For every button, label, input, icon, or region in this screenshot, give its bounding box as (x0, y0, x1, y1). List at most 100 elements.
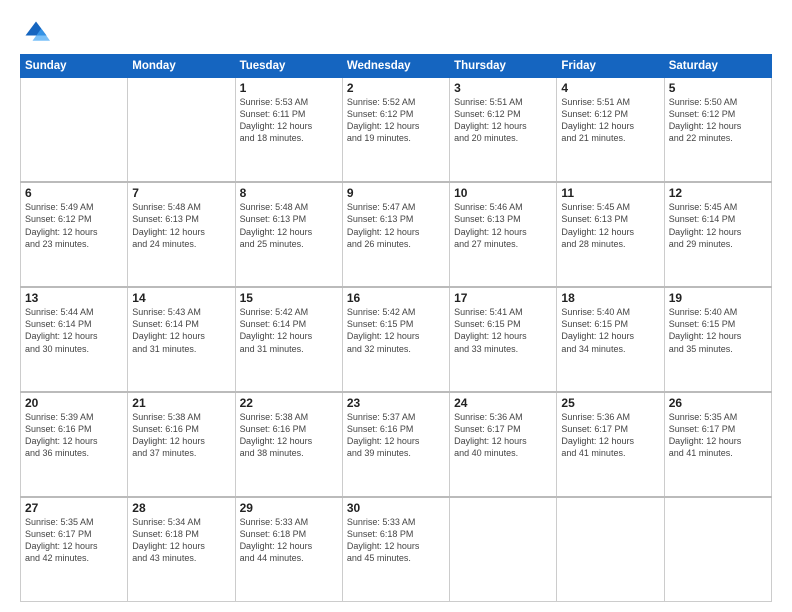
calendar-cell: 26Sunrise: 5:35 AM Sunset: 6:17 PM Dayli… (664, 392, 771, 497)
calendar-cell: 13Sunrise: 5:44 AM Sunset: 6:14 PM Dayli… (21, 287, 128, 392)
calendar-cell: 27Sunrise: 5:35 AM Sunset: 6:17 PM Dayli… (21, 497, 128, 602)
calendar-cell: 4Sunrise: 5:51 AM Sunset: 6:12 PM Daylig… (557, 78, 664, 183)
day-number: 1 (240, 81, 338, 95)
calendar-cell: 1Sunrise: 5:53 AM Sunset: 6:11 PM Daylig… (235, 78, 342, 183)
calendar-cell: 3Sunrise: 5:51 AM Sunset: 6:12 PM Daylig… (450, 78, 557, 183)
weekday-header: Sunday (21, 55, 128, 78)
day-number: 5 (669, 81, 767, 95)
day-info: Sunrise: 5:42 AM Sunset: 6:15 PM Dayligh… (347, 306, 445, 355)
day-number: 17 (454, 291, 552, 305)
day-info: Sunrise: 5:50 AM Sunset: 6:12 PM Dayligh… (669, 96, 767, 145)
day-info: Sunrise: 5:53 AM Sunset: 6:11 PM Dayligh… (240, 96, 338, 145)
calendar-cell: 11Sunrise: 5:45 AM Sunset: 6:13 PM Dayli… (557, 182, 664, 287)
day-number: 26 (669, 396, 767, 410)
calendar-cell: 10Sunrise: 5:46 AM Sunset: 6:13 PM Dayli… (450, 182, 557, 287)
day-info: Sunrise: 5:34 AM Sunset: 6:18 PM Dayligh… (132, 516, 230, 565)
day-number: 2 (347, 81, 445, 95)
day-info: Sunrise: 5:48 AM Sunset: 6:13 PM Dayligh… (132, 201, 230, 250)
calendar-cell: 16Sunrise: 5:42 AM Sunset: 6:15 PM Dayli… (342, 287, 449, 392)
header (20, 18, 772, 46)
calendar-cell: 7Sunrise: 5:48 AM Sunset: 6:13 PM Daylig… (128, 182, 235, 287)
day-number: 13 (25, 291, 123, 305)
calendar-cell: 20Sunrise: 5:39 AM Sunset: 6:16 PM Dayli… (21, 392, 128, 497)
day-info: Sunrise: 5:52 AM Sunset: 6:12 PM Dayligh… (347, 96, 445, 145)
day-number: 16 (347, 291, 445, 305)
weekday-header: Saturday (664, 55, 771, 78)
calendar-cell: 6Sunrise: 5:49 AM Sunset: 6:12 PM Daylig… (21, 182, 128, 287)
day-number: 12 (669, 186, 767, 200)
calendar-cell: 21Sunrise: 5:38 AM Sunset: 6:16 PM Dayli… (128, 392, 235, 497)
calendar-cell: 29Sunrise: 5:33 AM Sunset: 6:18 PM Dayli… (235, 497, 342, 602)
day-number: 24 (454, 396, 552, 410)
day-info: Sunrise: 5:45 AM Sunset: 6:14 PM Dayligh… (669, 201, 767, 250)
day-info: Sunrise: 5:40 AM Sunset: 6:15 PM Dayligh… (669, 306, 767, 355)
calendar-cell: 14Sunrise: 5:43 AM Sunset: 6:14 PM Dayli… (128, 287, 235, 392)
day-number: 3 (454, 81, 552, 95)
day-info: Sunrise: 5:39 AM Sunset: 6:16 PM Dayligh… (25, 411, 123, 460)
day-info: Sunrise: 5:35 AM Sunset: 6:17 PM Dayligh… (25, 516, 123, 565)
calendar-cell (21, 78, 128, 183)
day-number: 21 (132, 396, 230, 410)
calendar-cell (664, 497, 771, 602)
day-info: Sunrise: 5:51 AM Sunset: 6:12 PM Dayligh… (561, 96, 659, 145)
day-number: 20 (25, 396, 123, 410)
day-number: 9 (347, 186, 445, 200)
day-number: 18 (561, 291, 659, 305)
day-info: Sunrise: 5:33 AM Sunset: 6:18 PM Dayligh… (240, 516, 338, 565)
day-number: 25 (561, 396, 659, 410)
day-info: Sunrise: 5:35 AM Sunset: 6:17 PM Dayligh… (669, 411, 767, 460)
day-number: 15 (240, 291, 338, 305)
weekday-header: Friday (557, 55, 664, 78)
page: SundayMondayTuesdayWednesdayThursdayFrid… (0, 0, 792, 612)
calendar-cell (128, 78, 235, 183)
day-number: 11 (561, 186, 659, 200)
weekday-header: Tuesday (235, 55, 342, 78)
logo (20, 18, 54, 46)
calendar-cell: 18Sunrise: 5:40 AM Sunset: 6:15 PM Dayli… (557, 287, 664, 392)
calendar-cell: 15Sunrise: 5:42 AM Sunset: 6:14 PM Dayli… (235, 287, 342, 392)
logo-icon (22, 18, 50, 46)
day-info: Sunrise: 5:38 AM Sunset: 6:16 PM Dayligh… (240, 411, 338, 460)
calendar-cell: 25Sunrise: 5:36 AM Sunset: 6:17 PM Dayli… (557, 392, 664, 497)
weekday-header: Monday (128, 55, 235, 78)
day-info: Sunrise: 5:41 AM Sunset: 6:15 PM Dayligh… (454, 306, 552, 355)
weekday-header: Wednesday (342, 55, 449, 78)
day-info: Sunrise: 5:48 AM Sunset: 6:13 PM Dayligh… (240, 201, 338, 250)
day-number: 27 (25, 501, 123, 515)
calendar-cell: 17Sunrise: 5:41 AM Sunset: 6:15 PM Dayli… (450, 287, 557, 392)
day-info: Sunrise: 5:33 AM Sunset: 6:18 PM Dayligh… (347, 516, 445, 565)
calendar-cell: 5Sunrise: 5:50 AM Sunset: 6:12 PM Daylig… (664, 78, 771, 183)
calendar-cell (557, 497, 664, 602)
day-number: 4 (561, 81, 659, 95)
calendar-cell: 22Sunrise: 5:38 AM Sunset: 6:16 PM Dayli… (235, 392, 342, 497)
calendar-cell: 2Sunrise: 5:52 AM Sunset: 6:12 PM Daylig… (342, 78, 449, 183)
calendar-cell: 23Sunrise: 5:37 AM Sunset: 6:16 PM Dayli… (342, 392, 449, 497)
day-number: 23 (347, 396, 445, 410)
day-info: Sunrise: 5:40 AM Sunset: 6:15 PM Dayligh… (561, 306, 659, 355)
day-number: 7 (132, 186, 230, 200)
day-number: 10 (454, 186, 552, 200)
calendar-cell (450, 497, 557, 602)
day-info: Sunrise: 5:46 AM Sunset: 6:13 PM Dayligh… (454, 201, 552, 250)
day-number: 30 (347, 501, 445, 515)
day-number: 19 (669, 291, 767, 305)
calendar-cell: 9Sunrise: 5:47 AM Sunset: 6:13 PM Daylig… (342, 182, 449, 287)
calendar-cell: 8Sunrise: 5:48 AM Sunset: 6:13 PM Daylig… (235, 182, 342, 287)
day-info: Sunrise: 5:37 AM Sunset: 6:16 PM Dayligh… (347, 411, 445, 460)
day-info: Sunrise: 5:51 AM Sunset: 6:12 PM Dayligh… (454, 96, 552, 145)
day-info: Sunrise: 5:49 AM Sunset: 6:12 PM Dayligh… (25, 201, 123, 250)
day-info: Sunrise: 5:45 AM Sunset: 6:13 PM Dayligh… (561, 201, 659, 250)
day-info: Sunrise: 5:42 AM Sunset: 6:14 PM Dayligh… (240, 306, 338, 355)
day-info: Sunrise: 5:36 AM Sunset: 6:17 PM Dayligh… (454, 411, 552, 460)
calendar-cell: 12Sunrise: 5:45 AM Sunset: 6:14 PM Dayli… (664, 182, 771, 287)
day-info: Sunrise: 5:44 AM Sunset: 6:14 PM Dayligh… (25, 306, 123, 355)
calendar-cell: 30Sunrise: 5:33 AM Sunset: 6:18 PM Dayli… (342, 497, 449, 602)
day-number: 29 (240, 501, 338, 515)
day-info: Sunrise: 5:36 AM Sunset: 6:17 PM Dayligh… (561, 411, 659, 460)
calendar-cell: 24Sunrise: 5:36 AM Sunset: 6:17 PM Dayli… (450, 392, 557, 497)
day-info: Sunrise: 5:38 AM Sunset: 6:16 PM Dayligh… (132, 411, 230, 460)
weekday-header: Thursday (450, 55, 557, 78)
day-number: 14 (132, 291, 230, 305)
day-number: 28 (132, 501, 230, 515)
calendar-cell: 28Sunrise: 5:34 AM Sunset: 6:18 PM Dayli… (128, 497, 235, 602)
